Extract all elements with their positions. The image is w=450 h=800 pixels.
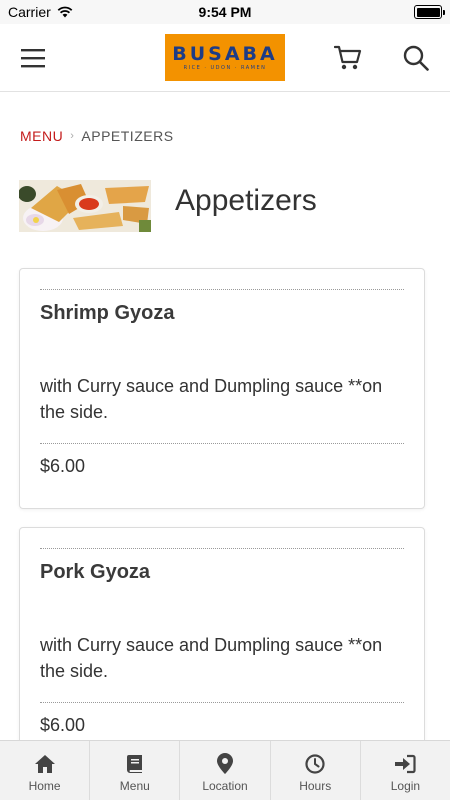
cart-icon <box>334 45 362 70</box>
tab-label: Home <box>28 778 61 793</box>
tab-label: Login <box>390 778 421 793</box>
busaba-logo[interactable]: BUSABA RICE · UDON · RAMEN <box>165 34 285 81</box>
item-name: Pork Gyoza <box>40 561 151 583</box>
top-nav-bar: BUSABA RICE · UDON · RAMEN <box>0 24 450 92</box>
clock-icon <box>305 753 325 774</box>
tab-menu[interactable]: Menu <box>90 741 181 800</box>
cart-button[interactable] <box>328 38 368 78</box>
tab-home[interactable]: Home <box>0 741 91 800</box>
tab-hours[interactable]: Hours <box>271 741 361 800</box>
item-price: $6.00 <box>40 715 86 735</box>
hamburger-menu-icon <box>21 49 45 68</box>
bottom-tab-bar: Home Menu Location Hours Login <box>0 740 450 800</box>
item-price: $6.00 <box>40 456 86 476</box>
menu-item-list: Shrimp Gyoza with Curry sauce and Dumpli… <box>19 268 425 786</box>
tab-login[interactable]: Login <box>361 741 450 800</box>
breadcrumb-separator-icon: › <box>70 130 75 142</box>
item-divider <box>40 289 404 290</box>
item-name: Shrimp Gyoza <box>40 302 175 324</box>
home-icon <box>34 754 55 773</box>
book-icon <box>126 754 142 773</box>
search-icon <box>403 45 429 71</box>
menu-item-card[interactable]: Shrimp Gyoza with Curry sauce and Dumpli… <box>19 268 425 509</box>
tab-label: Menu <box>119 778 150 793</box>
status-bar: Carrier 9:54 PM <box>0 0 450 24</box>
sign-in-icon <box>395 754 417 773</box>
item-description: with Curry sauce and Dumpling sauce **on… <box>40 635 383 681</box>
breadcrumb-menu-link[interactable]: MENU <box>20 128 63 144</box>
menu-item-card[interactable]: Pork Gyoza with Curry sauce and Dumpling… <box>19 527 425 768</box>
map-pin-icon <box>217 753 233 774</box>
clock-time: 9:54 PM <box>198 4 252 20</box>
item-description: with Curry sauce and Dumpling sauce **on… <box>40 376 383 422</box>
breadcrumb-current: APPETIZERS <box>81 128 174 144</box>
logo-tagline: RICE · UDON · RAMEN <box>183 65 267 71</box>
tab-label: Location <box>202 778 248 793</box>
tab-label: Hours <box>299 778 332 793</box>
breadcrumb: MENU › APPETIZERS <box>20 128 174 144</box>
item-divider <box>40 443 404 444</box>
battery-icon <box>414 5 445 19</box>
logo-wordmark: BUSABA <box>172 43 278 65</box>
hamburger-menu-button[interactable] <box>13 38 53 78</box>
category-header: Appetizers <box>19 180 317 232</box>
item-divider <box>40 702 404 703</box>
category-title: Appetizers <box>175 184 317 217</box>
tab-location[interactable]: Location <box>180 741 271 800</box>
item-divider <box>40 548 404 549</box>
category-image <box>19 180 151 232</box>
search-button[interactable] <box>396 38 436 78</box>
